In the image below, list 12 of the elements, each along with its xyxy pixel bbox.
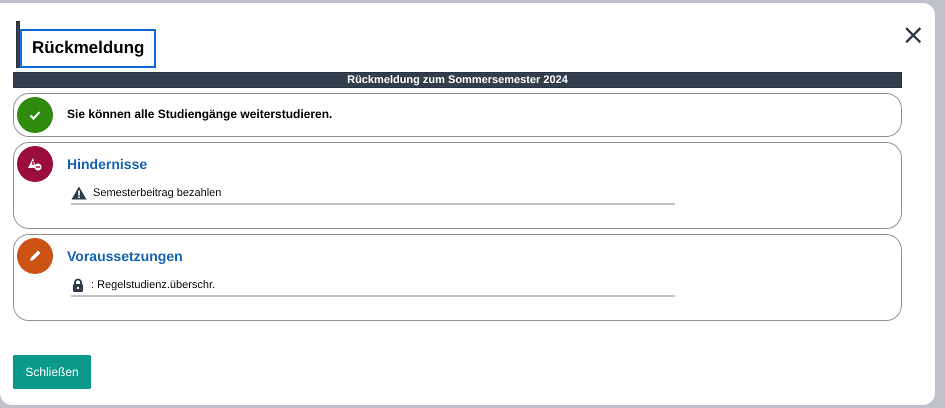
close-dialog-button[interactable]: Schließen [13,355,91,389]
dialog-title: Rückmeldung [20,29,156,68]
requirement-text: : Regelstudienz.überschr. [91,279,216,291]
warning-icon [71,186,87,200]
status-message: Sie können alle Studiengänge weiterstudieren. [67,107,334,121]
section-header: Rückmeldung zum Sommersemester 2024 [13,72,902,88]
requirement-text: Semesterbeitrag bezahlen [93,187,222,199]
title-accent [16,21,20,68]
card-title: Hindernisse [67,156,148,172]
close-button[interactable]: × [900,23,927,47]
lock-icon [71,278,85,292]
card-title: Voraussetzungen [67,248,184,264]
